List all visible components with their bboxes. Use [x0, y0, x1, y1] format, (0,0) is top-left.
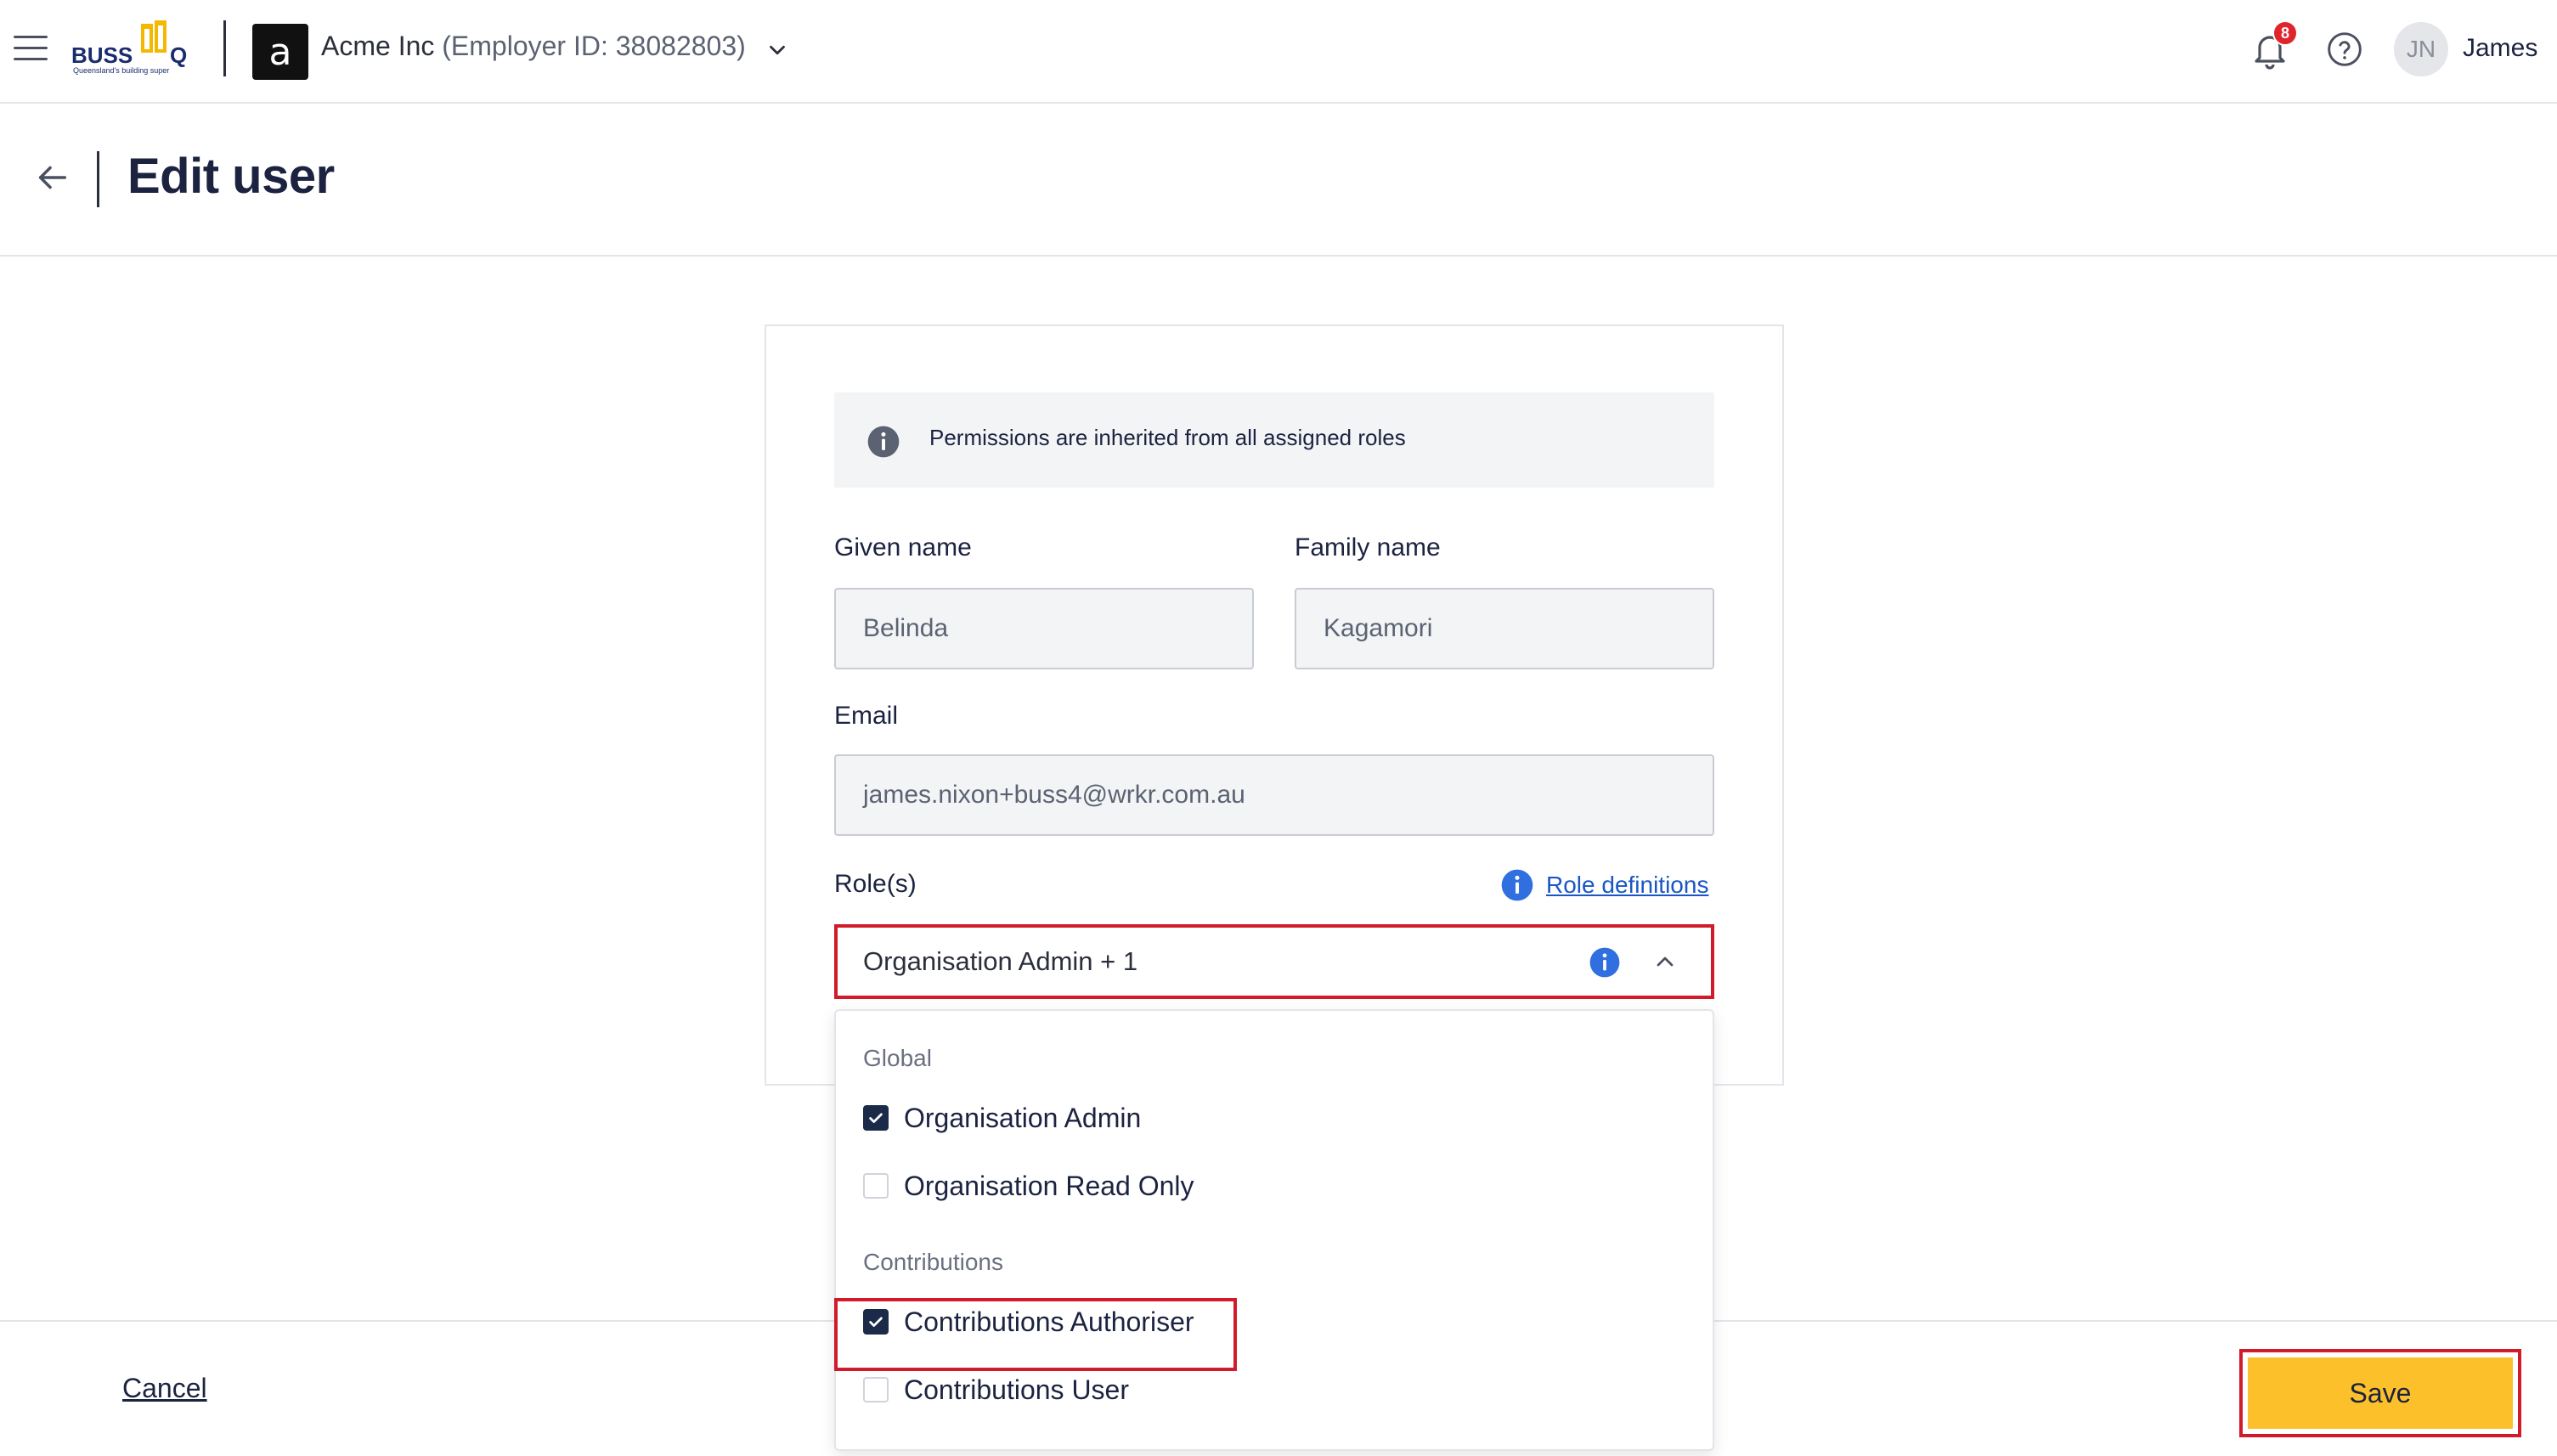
- back-arrow-icon[interactable]: [32, 158, 71, 197]
- top-bar: BUSS Q Queensland's building super a Acm…: [0, 0, 2557, 104]
- svg-text:BUSS: BUSS: [71, 42, 133, 68]
- info-icon: [867, 426, 900, 458]
- email-label: Email: [834, 702, 899, 730]
- cancel-link[interactable]: Cancel: [122, 1373, 207, 1404]
- role-definitions-link-text[interactable]: Role definitions: [1546, 872, 1708, 899]
- given-name-input[interactable]: Belinda: [834, 588, 1254, 669]
- save-button[interactable]: Save: [2248, 1357, 2513, 1429]
- family-name-label: Family name: [1295, 533, 1441, 562]
- save-button-highlight: Save: [2239, 1349, 2521, 1437]
- page-title: Edit user: [127, 149, 335, 204]
- given-name-label: Given name: [834, 533, 972, 562]
- check-icon: [869, 1113, 883, 1123]
- role-option-label: Organisation Read Only: [904, 1170, 1194, 1201]
- checkbox-unchecked[interactable]: [863, 1377, 889, 1402]
- notification-count-badge: 8: [2272, 20, 2298, 46]
- user-avatar[interactable]: JN: [2394, 22, 2448, 76]
- checkbox-checked[interactable]: [863, 1105, 889, 1131]
- info-icon: [1501, 869, 1533, 901]
- role-option-organisation-read-only[interactable]: Organisation Read Only: [863, 1165, 1194, 1206]
- chevron-up-icon[interactable]: [1651, 948, 1679, 975]
- bussq-logo[interactable]: BUSS Q Queensland's building super: [70, 19, 197, 78]
- roles-select-value: Organisation Admin + 1: [863, 946, 1138, 976]
- info-banner-text: Permissions are inherited from all assig…: [929, 425, 1406, 450]
- email-input[interactable]: james.nixon+buss4@wrkr.com.au: [834, 754, 1714, 836]
- user-name[interactable]: James: [2463, 34, 2537, 63]
- role-option-label: Contributions Authoriser: [904, 1306, 1194, 1337]
- org-avatar: a: [252, 24, 308, 80]
- roles-select[interactable]: Organisation Admin + 1: [834, 924, 1714, 999]
- logo-divider: [223, 20, 226, 76]
- role-option-contributions-authoriser[interactable]: Contributions Authoriser: [863, 1301, 1194, 1342]
- roles-label: Role(s): [834, 870, 917, 898]
- chevron-down-icon[interactable]: [765, 37, 790, 63]
- role-definitions-link[interactable]: Role definitions: [1500, 868, 1708, 902]
- org-switcher[interactable]: Acme Inc (Employer ID: 38082803): [321, 31, 746, 62]
- svg-text:Q: Q: [170, 42, 187, 68]
- role-option-contributions-user[interactable]: Contributions User: [863, 1369, 1129, 1410]
- checkbox-checked[interactable]: [863, 1309, 889, 1335]
- info-icon[interactable]: [1589, 946, 1621, 979]
- role-option-organisation-admin[interactable]: Organisation Admin: [863, 1098, 1141, 1138]
- roles-dropdown: Global Organisation Admin Organisation R…: [834, 1009, 1714, 1451]
- org-employer-id: (Employer ID: 38082803): [442, 31, 746, 61]
- role-option-label: Contributions User: [904, 1374, 1129, 1405]
- checkbox-unchecked[interactable]: [863, 1173, 889, 1199]
- check-icon: [869, 1317, 883, 1327]
- group-label-global: Global: [863, 1045, 932, 1071]
- group-label-contributions: Contributions: [863, 1249, 1003, 1275]
- header-divider: [97, 151, 99, 207]
- menu-icon[interactable]: [14, 36, 48, 63]
- logo-tagline: Queensland's building super: [73, 66, 169, 75]
- org-name: Acme Inc: [321, 31, 435, 61]
- help-icon[interactable]: [2326, 31, 2363, 68]
- permissions-info-banner: Permissions are inherited from all assig…: [834, 392, 1714, 488]
- family-name-input[interactable]: Kagamori: [1295, 588, 1714, 669]
- role-option-label: Organisation Admin: [904, 1102, 1142, 1133]
- page-header: Edit user: [0, 105, 2557, 257]
